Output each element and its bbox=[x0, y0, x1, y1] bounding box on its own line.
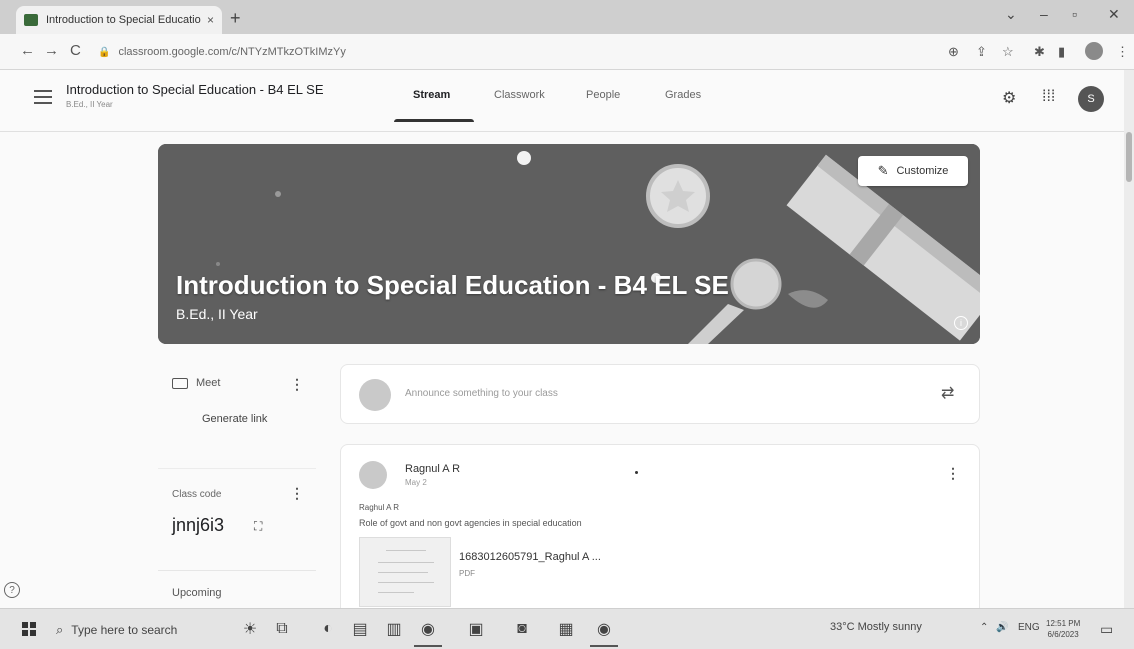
meet-more-icon[interactable]: ⋮ bbox=[290, 376, 304, 393]
browser-profile-avatar[interactable] bbox=[1085, 42, 1103, 60]
post-author: Ragnul A R bbox=[405, 463, 461, 475]
apps-grid-icon[interactable]: ⁞⁞⁞ bbox=[1042, 88, 1055, 106]
announce-placeholder: Announce something to your class bbox=[405, 388, 558, 399]
lock-icon: 🔒 bbox=[98, 46, 111, 58]
notification-icon[interactable]: ▭ bbox=[1100, 621, 1113, 638]
fullscreen-icon[interactable]: ⛶ bbox=[254, 519, 262, 534]
forward-button[interactable]: → bbox=[44, 42, 59, 59]
attachment-type: PDF bbox=[459, 569, 475, 578]
classroom-app: Introduction to Special Education - B4 E… bbox=[0, 70, 1134, 608]
class-banner: ✎ Customize Introduction to Special Educ… bbox=[158, 144, 980, 344]
class-title[interactable]: Introduction to Special Education - B4 E… bbox=[66, 82, 324, 97]
tab-grades[interactable]: Grades bbox=[665, 89, 701, 101]
tab-people[interactable]: People bbox=[586, 89, 620, 101]
app-icon-2[interactable]: ◙ bbox=[512, 619, 532, 639]
banner-illustration bbox=[158, 144, 980, 344]
user-avatar bbox=[359, 379, 391, 411]
browser-tab[interactable]: Introduction to Special Educatio × bbox=[16, 6, 222, 34]
meet-video-icon bbox=[172, 378, 188, 389]
url-field[interactable]: 🔒 classroom.google.com/c/NTYzMTkzOTkIMzY… bbox=[98, 41, 918, 63]
side-panel-icon[interactable]: ▮ bbox=[1058, 44, 1065, 60]
browser-tab-strip: Introduction to Special Educatio × + ⌄ –… bbox=[0, 0, 1134, 34]
generate-link-button[interactable]: Generate link bbox=[202, 413, 267, 425]
class-info-icon[interactable]: i bbox=[954, 316, 968, 330]
volume-icon[interactable]: 🔊 bbox=[996, 622, 1008, 633]
stream-post: Ragnul A R May 2 ⋮ Raghul A R Role of go… bbox=[340, 444, 980, 608]
taskbar-search[interactable]: ⌕ Type here to search bbox=[56, 617, 232, 643]
chrome-app-icon[interactable]: ◉ bbox=[414, 619, 442, 647]
attachment-name: 1683012605791_Raghul A ... bbox=[459, 551, 601, 563]
main-menu-icon[interactable] bbox=[34, 90, 52, 104]
scrollbar-thumb[interactable] bbox=[1126, 132, 1132, 182]
tab-close-icon[interactable]: × bbox=[207, 13, 214, 27]
page-scrollbar[interactable] bbox=[1124, 70, 1134, 608]
post-text-line1: Raghul A R bbox=[359, 503, 400, 512]
post-text-line2: Role of govt and non govt agencies in sp… bbox=[359, 518, 582, 528]
tab-stream[interactable]: Stream bbox=[413, 89, 450, 101]
decorative-dot bbox=[635, 471, 638, 474]
tab-search-icon[interactable]: ⌄ bbox=[1005, 6, 1017, 23]
file-explorer-icon[interactable]: ▤ bbox=[350, 619, 370, 639]
post-more-icon[interactable]: ⋮ bbox=[946, 465, 960, 482]
attachment[interactable]: 1683012605791_Raghul A ... PDF bbox=[359, 537, 719, 607]
tray-chevron-icon[interactable]: ⌃ bbox=[980, 622, 988, 633]
tab-classwork[interactable]: Classwork bbox=[494, 89, 545, 101]
clock-time: 12:51 PM bbox=[1046, 619, 1081, 628]
reload-button[interactable]: C bbox=[70, 42, 81, 59]
settings-gear-icon[interactable]: ⚙ bbox=[1002, 88, 1016, 108]
weather-widget[interactable]: 33°C Mostly sunny bbox=[830, 621, 922, 633]
upcoming-label: Upcoming bbox=[172, 587, 222, 599]
active-tab-indicator bbox=[394, 119, 474, 122]
windows-taskbar: ⌕ Type here to search ☀ ⧉ ◐ ▤ ▥ ◉ ▣ ◙ ▦ … bbox=[0, 608, 1134, 649]
maximize-button[interactable]: ▫ bbox=[1072, 6, 1077, 22]
repost-icon[interactable]: ⇄ bbox=[941, 383, 954, 403]
customize-label: Customize bbox=[896, 165, 949, 177]
chrome-app-icon-2[interactable]: ◉ bbox=[590, 619, 618, 647]
class-code-label: Class code bbox=[172, 489, 222, 500]
announce-box[interactable]: Announce something to your class ⇄ bbox=[340, 364, 980, 424]
close-window-button[interactable]: ✕ bbox=[1108, 6, 1120, 23]
address-bar-row: ← → C 🔒 classroom.google.com/c/NTYzMTkzO… bbox=[0, 34, 1134, 70]
share-icon[interactable]: ⇪ bbox=[976, 44, 987, 60]
class-code-more-icon[interactable]: ⋮ bbox=[290, 485, 304, 502]
task-view-icon[interactable]: ⧉ bbox=[272, 619, 292, 639]
attachment-thumbnail bbox=[359, 537, 451, 607]
pencil-icon: ✎ bbox=[877, 163, 889, 178]
account-avatar[interactable]: S bbox=[1078, 86, 1104, 112]
meet-card: Meet ⋮ Generate link bbox=[158, 358, 316, 436]
search-icon: ⌕ bbox=[56, 622, 64, 637]
banner-class-title: Introduction to Special Education - B4 E… bbox=[176, 270, 729, 300]
app-icon-1[interactable]: ▣ bbox=[466, 619, 486, 639]
url-text: classroom.google.com/c/NTYzMTkzOTkIMzYy bbox=[118, 46, 346, 58]
bookmark-star-icon[interactable]: ☆ bbox=[1002, 44, 1014, 60]
windows-start-icon[interactable] bbox=[22, 622, 36, 636]
taskbar-search-placeholder: Type here to search bbox=[71, 623, 178, 637]
banner-class-subtitle: B.Ed., II Year bbox=[176, 306, 258, 322]
class-code-card: Class code ⋮ jnnj6i3 ⛶ bbox=[158, 468, 316, 576]
classroom-favicon-icon bbox=[24, 14, 38, 26]
store-icon[interactable]: ▥ bbox=[384, 619, 404, 639]
widgets-icon[interactable]: ☀ bbox=[240, 619, 260, 639]
app-icon-3[interactable]: ▦ bbox=[556, 619, 576, 639]
upcoming-card: Upcoming bbox=[158, 570, 316, 608]
meet-label: Meet bbox=[196, 377, 221, 389]
language-indicator[interactable]: ENG bbox=[1018, 622, 1040, 633]
google-lens-icon[interactable]: ⊕ bbox=[948, 44, 959, 60]
author-avatar bbox=[359, 461, 387, 489]
extensions-icon[interactable]: ✱ bbox=[1034, 44, 1045, 60]
class-code-value: jnnj6i3 bbox=[172, 515, 225, 535]
back-button[interactable]: ← bbox=[20, 42, 35, 59]
app-header: Introduction to Special Education - B4 E… bbox=[0, 70, 1124, 132]
browser-menu-icon[interactable]: ⋮ bbox=[1116, 44, 1129, 60]
system-clock[interactable]: 12:51 PM 6/6/2023 bbox=[1046, 618, 1080, 640]
tab-title: Introduction to Special Educatio bbox=[46, 14, 201, 26]
new-tab-button[interactable]: + bbox=[230, 8, 241, 29]
minimize-button[interactable]: – bbox=[1040, 6, 1048, 22]
class-subtitle: B.Ed., II Year bbox=[66, 100, 113, 109]
clock-date: 6/6/2023 bbox=[1047, 630, 1079, 639]
customize-button[interactable]: ✎ Customize bbox=[858, 156, 968, 186]
post-date: May 2 bbox=[405, 478, 427, 487]
edge-icon[interactable]: ◐ bbox=[318, 619, 338, 639]
help-icon[interactable]: ? bbox=[4, 582, 20, 598]
